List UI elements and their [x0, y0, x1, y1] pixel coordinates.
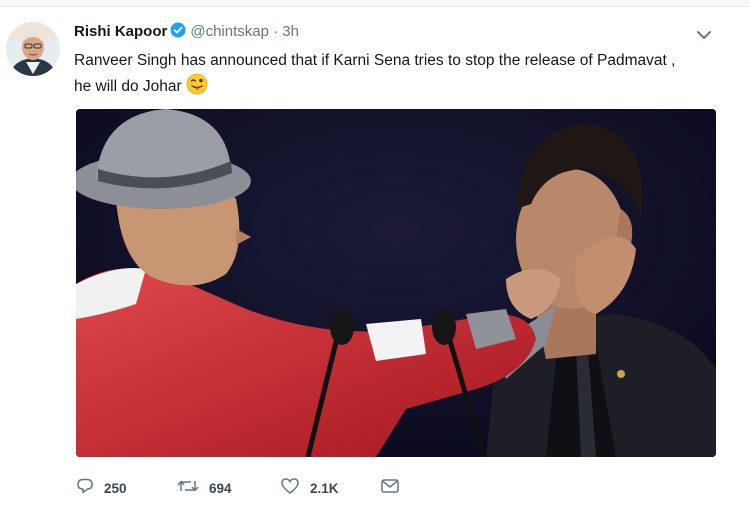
- tweet-photo[interactable]: [76, 109, 716, 457]
- tweet-text: Ranveer Singh has announced that if Karn…: [74, 52, 676, 95]
- tweet-text-container: Ranveer Singh has announced that if Karn…: [74, 48, 694, 103]
- verified-badge-icon: [170, 22, 186, 42]
- like-button[interactable]: 2.1K: [280, 474, 339, 502]
- reply-button[interactable]: 250: [76, 474, 127, 502]
- envelope-icon: [380, 477, 400, 500]
- avatar[interactable]: [6, 22, 60, 76]
- author-name[interactable]: Rishi Kapoor: [74, 23, 167, 40]
- reply-icon: [76, 477, 94, 500]
- tweet-timestamp[interactable]: 3h: [282, 23, 299, 40]
- author-handle[interactable]: @chintskap: [190, 23, 269, 40]
- reply-count: 250: [104, 480, 127, 496]
- winking-face-with-tongue-icon: [186, 73, 208, 103]
- tweet-header: Rishi Kapoor @chintskap · 3h: [74, 22, 299, 44]
- chevron-down-icon[interactable]: [694, 28, 714, 42]
- top-divider: [0, 0, 749, 7]
- retweet-icon: [177, 477, 199, 500]
- avatar-image: [6, 22, 60, 76]
- retweet-button[interactable]: 694: [177, 474, 232, 502]
- like-count: 2.1K: [310, 480, 339, 496]
- direct-message-button[interactable]: [380, 474, 400, 502]
- heart-icon: [280, 477, 300, 500]
- retweet-count: 694: [209, 480, 232, 496]
- tweet-actions: 250 694 2.1K: [76, 474, 496, 504]
- photo-illustration: [76, 109, 716, 457]
- separator-dot: ·: [273, 23, 279, 40]
